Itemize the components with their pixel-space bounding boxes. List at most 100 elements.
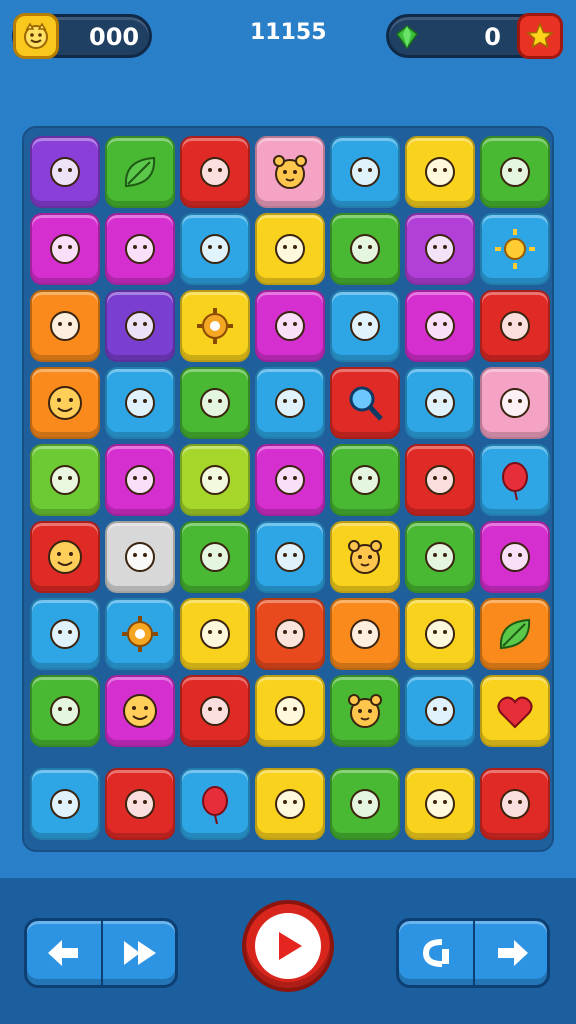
board-tile[interactable] bbox=[105, 136, 175, 208]
board-tile[interactable] bbox=[330, 367, 400, 439]
board-tile[interactable] bbox=[105, 444, 175, 516]
board-tile[interactable] bbox=[105, 367, 175, 439]
board-tile[interactable] bbox=[255, 521, 325, 593]
board-tile[interactable] bbox=[405, 444, 475, 516]
pretzel-icon bbox=[125, 789, 155, 819]
board-tile[interactable] bbox=[180, 768, 250, 840]
board-tile[interactable] bbox=[255, 598, 325, 670]
board-tile[interactable] bbox=[480, 521, 550, 593]
fast-forward-button[interactable] bbox=[103, 921, 177, 985]
board-tile[interactable] bbox=[180, 521, 250, 593]
board-tile[interactable] bbox=[330, 444, 400, 516]
board-tile[interactable] bbox=[105, 213, 175, 285]
balloon-icon bbox=[202, 786, 228, 825]
board-tile[interactable] bbox=[30, 290, 100, 362]
brush-tip-icon bbox=[275, 542, 305, 572]
arrow-right-button[interactable] bbox=[475, 921, 549, 985]
board-tile[interactable] bbox=[330, 136, 400, 208]
board-tile[interactable] bbox=[405, 598, 475, 670]
chat-icon bbox=[50, 311, 80, 341]
sheep-icon bbox=[500, 789, 530, 819]
board-tile[interactable] bbox=[330, 598, 400, 670]
heart-icon bbox=[497, 696, 533, 729]
speech-bubble-icon bbox=[425, 234, 455, 264]
play-button[interactable] bbox=[242, 900, 334, 992]
swirl-icon bbox=[350, 157, 380, 187]
board-tile[interactable] bbox=[30, 521, 100, 593]
key-icon bbox=[350, 619, 380, 649]
board-tile[interactable] bbox=[480, 213, 550, 285]
heart-leaf-icon bbox=[125, 311, 155, 341]
board-tile[interactable] bbox=[480, 136, 550, 208]
board-tile[interactable] bbox=[330, 290, 400, 362]
arrow-right-icon bbox=[498, 940, 528, 966]
board-tile[interactable] bbox=[330, 768, 400, 840]
bottom-controls bbox=[0, 878, 576, 1024]
board-tile[interactable] bbox=[405, 367, 475, 439]
board-tile[interactable] bbox=[405, 136, 475, 208]
gem-counter: 0 bbox=[386, 13, 563, 59]
sign-icon bbox=[200, 157, 230, 187]
board-tile[interactable] bbox=[105, 768, 175, 840]
board-tile[interactable] bbox=[405, 213, 475, 285]
gear-icon bbox=[197, 308, 233, 344]
snail-icon bbox=[200, 465, 230, 495]
board-tile[interactable] bbox=[480, 444, 550, 516]
board-tile[interactable] bbox=[330, 521, 400, 593]
apple-heart-icon bbox=[50, 619, 80, 649]
board-tile[interactable] bbox=[480, 768, 550, 840]
board-tile[interactable] bbox=[405, 290, 475, 362]
ticket-icon bbox=[275, 696, 305, 726]
board-tile[interactable] bbox=[180, 136, 250, 208]
board-tile[interactable] bbox=[30, 598, 100, 670]
board-tile[interactable] bbox=[180, 598, 250, 670]
board-tile[interactable] bbox=[480, 290, 550, 362]
board-tile[interactable] bbox=[30, 136, 100, 208]
maple-leaf-icon bbox=[425, 696, 455, 726]
board-tile[interactable] bbox=[480, 598, 550, 670]
board-tile[interactable] bbox=[30, 768, 100, 840]
board-tile[interactable] bbox=[255, 675, 325, 747]
undo-icon bbox=[422, 939, 449, 967]
board-tile[interactable] bbox=[180, 444, 250, 516]
board-tile[interactable] bbox=[180, 213, 250, 285]
board-tile[interactable] bbox=[255, 213, 325, 285]
board-tile[interactable] bbox=[180, 367, 250, 439]
board-tile[interactable] bbox=[330, 213, 400, 285]
board-tile[interactable] bbox=[255, 768, 325, 840]
play-icon bbox=[279, 932, 302, 960]
ring-icon bbox=[275, 388, 305, 418]
board-tile[interactable] bbox=[30, 675, 100, 747]
board-tile[interactable] bbox=[30, 444, 100, 516]
arrow-left-button[interactable] bbox=[27, 921, 103, 985]
board-tile[interactable] bbox=[405, 521, 475, 593]
radio-icon bbox=[200, 542, 230, 572]
board-tile[interactable] bbox=[480, 675, 550, 747]
undo-button[interactable] bbox=[399, 921, 475, 985]
board-tile[interactable] bbox=[180, 675, 250, 747]
board-tile[interactable] bbox=[405, 768, 475, 840]
board-tile[interactable] bbox=[255, 444, 325, 516]
board-tile[interactable] bbox=[330, 675, 400, 747]
board-tile[interactable] bbox=[105, 598, 175, 670]
board-tile[interactable] bbox=[105, 290, 175, 362]
chick-icon bbox=[125, 388, 155, 418]
coin-count: 000 bbox=[89, 23, 140, 51]
board-tile[interactable] bbox=[105, 521, 175, 593]
coin-face-icon bbox=[13, 13, 59, 59]
star-button[interactable] bbox=[517, 13, 563, 59]
board-tile[interactable] bbox=[180, 290, 250, 362]
house-icon bbox=[125, 234, 155, 264]
ghost-icon bbox=[50, 789, 80, 819]
board-tile[interactable] bbox=[255, 367, 325, 439]
berry-icon bbox=[350, 234, 380, 264]
board-tile[interactable] bbox=[105, 675, 175, 747]
board-tile[interactable] bbox=[480, 367, 550, 439]
board-tile[interactable] bbox=[255, 136, 325, 208]
board-tile[interactable] bbox=[405, 675, 475, 747]
board-tile[interactable] bbox=[30, 367, 100, 439]
board-tile[interactable] bbox=[30, 213, 100, 285]
sun-icon bbox=[495, 229, 535, 269]
board-tile[interactable] bbox=[255, 290, 325, 362]
magnifier-icon bbox=[349, 386, 383, 421]
